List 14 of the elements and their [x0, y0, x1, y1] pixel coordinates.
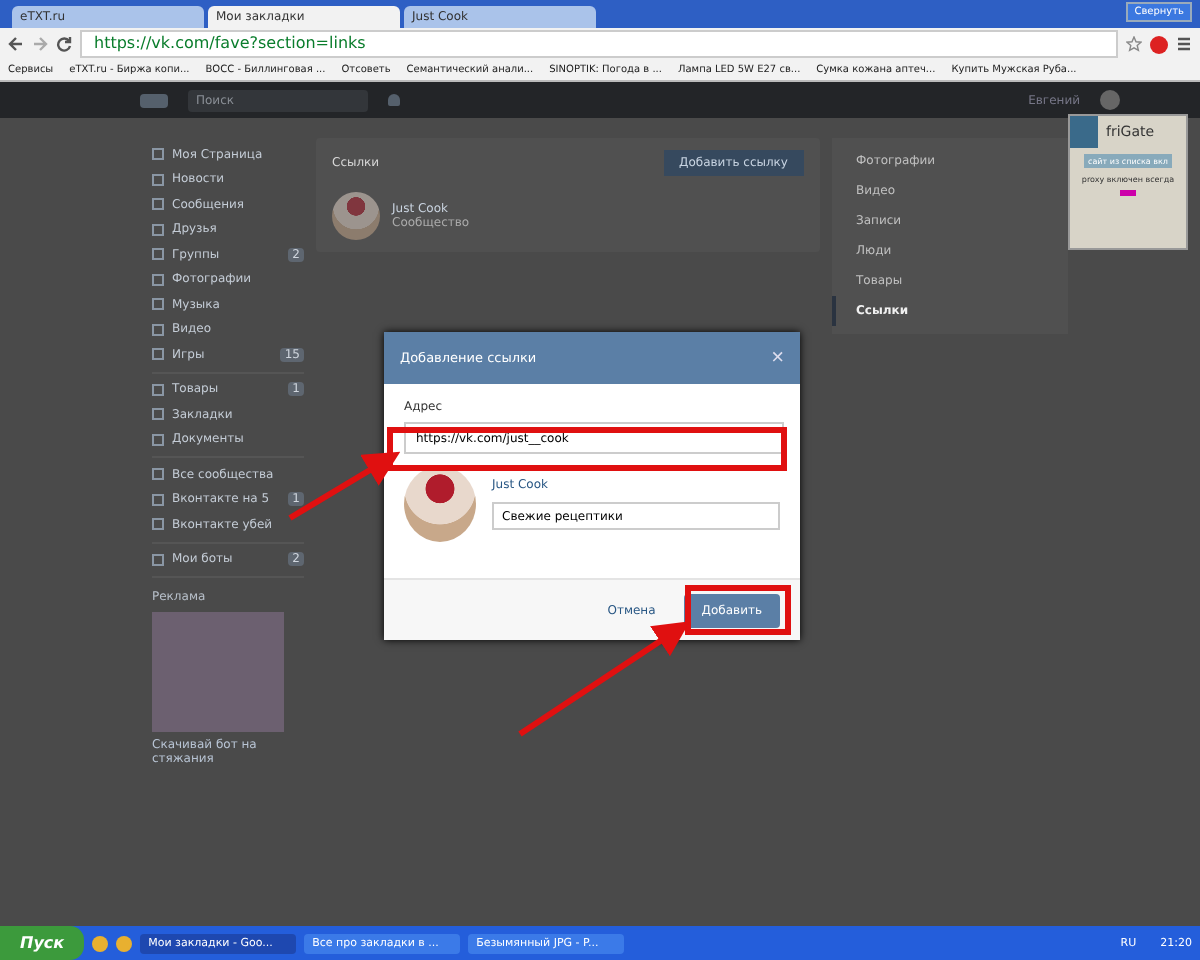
extension-icon[interactable]: [1150, 35, 1168, 53]
cake-photo[interactable]: [332, 192, 380, 240]
avatar[interactable]: [1100, 90, 1120, 110]
forward-icon[interactable]: [32, 36, 48, 52]
menu-icon[interactable]: [1176, 36, 1192, 52]
close-button[interactable]: ×: [771, 346, 784, 370]
highlight-frame: [685, 585, 791, 635]
cake-photo: [404, 466, 476, 542]
reload-icon[interactable]: [56, 36, 72, 52]
star-icon[interactable]: [1126, 36, 1142, 52]
back-icon[interactable]: [8, 36, 24, 52]
address-bar[interactable]: https://vk.com/fave?section=links: [80, 30, 1118, 58]
start-button[interactable]: Пуск: [0, 926, 85, 960]
annotation-arrow: [288, 451, 401, 521]
